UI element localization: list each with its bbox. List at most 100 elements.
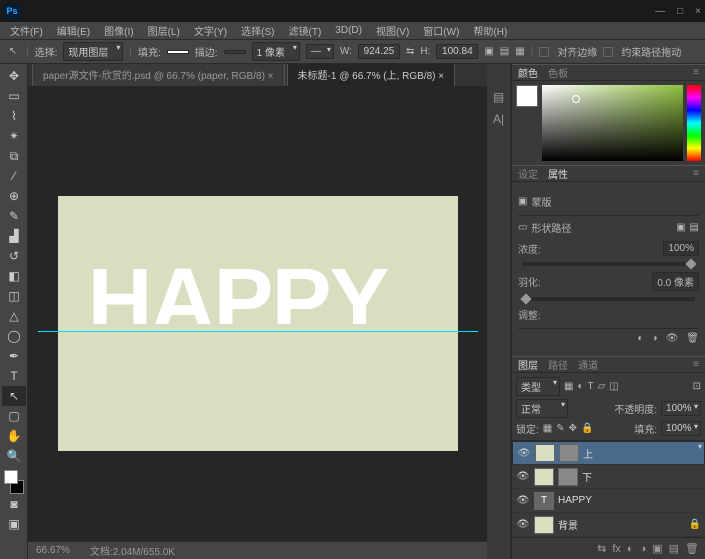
layer-row[interactable]: 👁 下 bbox=[512, 465, 705, 489]
align-edges-checkbox[interactable] bbox=[539, 47, 549, 57]
menu-file[interactable]: 文件(F) bbox=[4, 21, 49, 40]
screen-mode-tool[interactable]: ▣ bbox=[2, 514, 26, 534]
delete-layer-icon[interactable]: 🗑 bbox=[685, 542, 699, 555]
panel-menu-icon[interactable]: ≡ bbox=[693, 168, 699, 179]
layer-thumb[interactable] bbox=[535, 444, 555, 462]
path-ops-icon[interactable]: ▦ bbox=[515, 46, 524, 57]
menu-help[interactable]: 帮助(H) bbox=[467, 21, 513, 40]
menu-type[interactable]: 文字(Y) bbox=[188, 21, 233, 40]
lock-pixels-icon[interactable]: ✎ bbox=[556, 423, 564, 434]
color-swatches[interactable] bbox=[2, 470, 26, 494]
lasso-tool[interactable]: ⌇ bbox=[2, 106, 26, 126]
move-tool[interactable]: ✥ bbox=[2, 66, 26, 86]
fx-icon[interactable]: fx bbox=[612, 543, 621, 555]
eyedropper-tool[interactable]: ⁄ bbox=[2, 166, 26, 186]
mask-thumb[interactable] bbox=[559, 444, 579, 462]
mask-thumb[interactable] bbox=[558, 468, 578, 486]
filter-pixel-icon[interactable]: ▦ bbox=[564, 381, 573, 392]
mask-icon[interactable]: ◐ bbox=[627, 543, 634, 555]
layer-thumb[interactable] bbox=[534, 516, 554, 534]
rectangle-tool[interactable]: ▢ bbox=[2, 406, 26, 426]
layer-name[interactable]: 背景 bbox=[558, 517, 578, 532]
marquee-tool[interactable]: ▭ bbox=[2, 86, 26, 106]
feather-slider[interactable] bbox=[522, 297, 695, 301]
menu-edit[interactable]: 编辑(E) bbox=[51, 21, 96, 40]
group-icon[interactable]: ▣ bbox=[652, 542, 662, 555]
stroke-style[interactable]: — bbox=[306, 44, 334, 59]
char-panel-icon[interactable]: A| bbox=[493, 112, 504, 126]
path-arrange-icon[interactable]: ▤ bbox=[500, 46, 509, 57]
select-dropdown[interactable]: 现用图层 bbox=[63, 42, 123, 61]
magic-wand-tool[interactable]: ✴ bbox=[2, 126, 26, 146]
stroke-swatch[interactable] bbox=[224, 50, 246, 54]
adjustment-icon[interactable]: ◑ bbox=[640, 543, 647, 555]
canvas-viewport[interactable]: HAPPY bbox=[28, 86, 487, 541]
type-tool[interactable]: T bbox=[2, 366, 26, 386]
link-layers-icon[interactable]: ⇆ bbox=[597, 542, 606, 555]
healing-tool[interactable]: ⊕ bbox=[2, 186, 26, 206]
dodge-tool[interactable]: ◯ bbox=[2, 326, 26, 346]
menu-select[interactable]: 选择(S) bbox=[235, 21, 280, 40]
fg-swatch[interactable] bbox=[516, 85, 538, 107]
hue-slider[interactable] bbox=[687, 85, 701, 161]
visibility-icon[interactable]: 👁 bbox=[517, 448, 531, 459]
filter-shape-icon[interactable]: ▱ bbox=[598, 381, 606, 392]
path-align-icon[interactable]: ▣ bbox=[484, 46, 493, 57]
zoom-tool[interactable]: 🔍 bbox=[2, 446, 26, 466]
fill-swatch[interactable] bbox=[167, 50, 189, 54]
gradient-tool[interactable]: ◫ bbox=[2, 286, 26, 306]
quick-mask-tool[interactable]: ◙ bbox=[2, 494, 26, 514]
blend-mode[interactable]: 正常 bbox=[516, 399, 568, 418]
brush-tool[interactable]: ✎ bbox=[2, 206, 26, 226]
constrain-checkbox[interactable] bbox=[603, 47, 613, 57]
tab-layers[interactable]: 图层 bbox=[518, 357, 538, 372]
crop-tool[interactable]: ⧉ bbox=[2, 146, 26, 166]
tab-untitled[interactable]: 未标题-1 @ 66.7% (上, RGB/8) × bbox=[287, 64, 456, 86]
tab-paper[interactable]: paper源文件-欣赏的.psd @ 66.7% (paper, RGB/8) … bbox=[32, 64, 285, 86]
eraser-tool[interactable]: ◧ bbox=[2, 266, 26, 286]
tab-adjustments[interactable]: 设定 bbox=[518, 166, 538, 181]
layer-name[interactable]: HAPPY bbox=[558, 495, 592, 506]
doc-size[interactable]: 文档:2.04M/655.0K bbox=[90, 543, 175, 558]
layer-row[interactable]: 👁 上 bbox=[512, 441, 705, 465]
filter-smart-icon[interactable]: ◫ bbox=[609, 381, 618, 392]
maximize-button[interactable]: □ bbox=[677, 6, 683, 17]
zoom-level[interactable]: 66.67% bbox=[36, 545, 70, 556]
width-input[interactable]: 924.25 bbox=[358, 44, 400, 59]
tab-color[interactable]: 颜色 bbox=[518, 65, 538, 80]
lock-trans-icon[interactable]: ▦ bbox=[543, 423, 552, 434]
height-input[interactable]: 100.84 bbox=[436, 44, 478, 59]
close-button[interactable]: × bbox=[695, 6, 701, 17]
mask-toggle-icon[interactable]: ▣ bbox=[676, 222, 685, 233]
tab-channels[interactable]: 通道 bbox=[578, 357, 598, 372]
minimize-button[interactable]: — bbox=[655, 6, 665, 17]
menu-3d[interactable]: 3D(D) bbox=[329, 23, 368, 38]
stamp-tool[interactable]: ▟ bbox=[2, 226, 26, 246]
delete-mask-icon[interactable]: 🗑 bbox=[686, 333, 699, 344]
path-selection-tool[interactable]: ↖ bbox=[2, 386, 26, 406]
menu-window[interactable]: 窗口(W) bbox=[417, 21, 465, 40]
visibility-icon[interactable]: 👁 bbox=[516, 519, 530, 530]
opacity-value[interactable]: 100% bbox=[661, 401, 701, 416]
density-slider[interactable] bbox=[522, 262, 695, 266]
menu-filter[interactable]: 滤镜(T) bbox=[283, 21, 328, 40]
visibility-icon[interactable]: 👁 bbox=[516, 495, 530, 506]
color-picker-dot[interactable] bbox=[572, 95, 580, 103]
layer-thumb[interactable]: T bbox=[534, 492, 554, 510]
tab-paths[interactable]: 路径 bbox=[548, 357, 568, 372]
layer-name[interactable]: 下 bbox=[582, 469, 592, 484]
panel-menu-icon[interactable]: ≡ bbox=[693, 359, 699, 370]
menu-view[interactable]: 视图(V) bbox=[370, 21, 415, 40]
fill-value[interactable]: 100% bbox=[661, 421, 701, 436]
layer-thumb[interactable] bbox=[534, 468, 554, 486]
menu-image[interactable]: 图像(I) bbox=[98, 21, 139, 40]
mask-from-sel-icon[interactable]: ◐ bbox=[638, 333, 644, 344]
panel-menu-icon[interactable]: ≡ bbox=[693, 67, 699, 78]
mask-toggle2-icon[interactable]: ▤ bbox=[690, 222, 699, 233]
lock-pos-icon[interactable]: ✥ bbox=[569, 423, 577, 434]
filter-toggle[interactable]: ⊡ bbox=[693, 381, 701, 392]
filter-kind[interactable]: 类型 bbox=[516, 377, 560, 396]
guide-horizontal[interactable] bbox=[38, 331, 478, 332]
layer-name[interactable]: 上 bbox=[583, 446, 593, 461]
link-icon[interactable]: ⇆ bbox=[406, 46, 414, 57]
